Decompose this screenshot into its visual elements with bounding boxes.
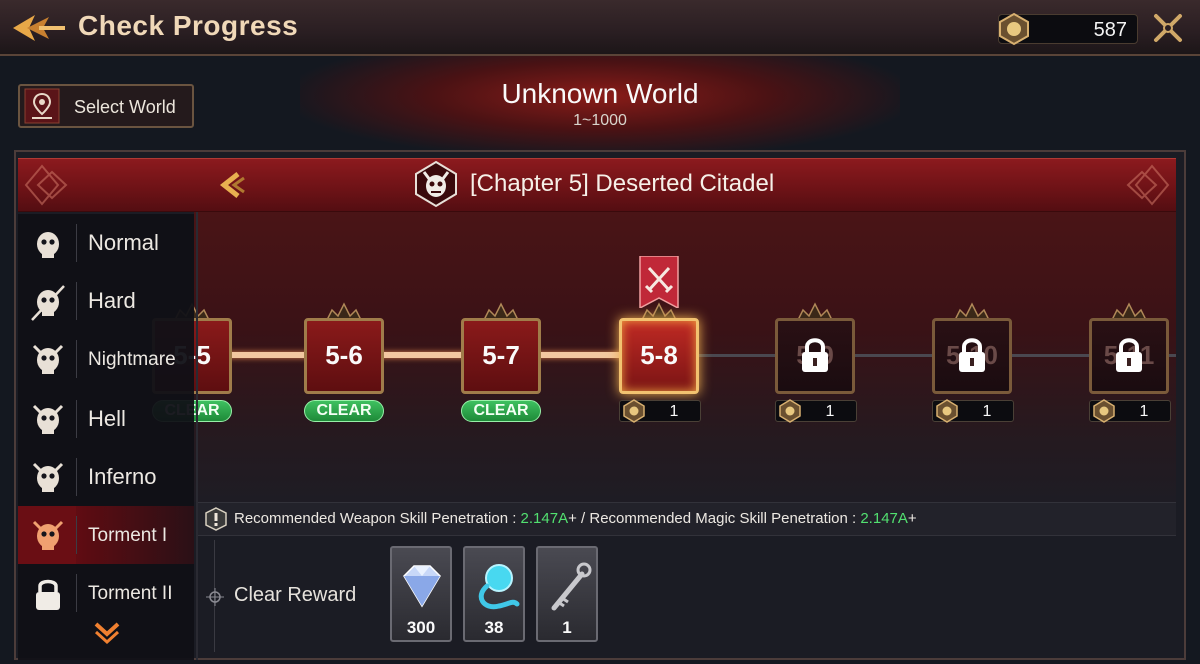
world-name: Unknown World — [501, 78, 699, 109]
stage-node[interactable]: 5-7 — [459, 296, 543, 406]
difficulty-separator — [76, 224, 77, 262]
reward-quantity: 300 — [406, 618, 436, 637]
chevron-down-icon[interactable] — [92, 620, 122, 644]
weapon-pen-suffix: + — [568, 510, 577, 527]
reward-item-diamond[interactable]: 300 — [390, 546, 452, 642]
stamina-cost-value: 1 — [669, 403, 679, 420]
magic-pen-value: 2.147A — [860, 510, 908, 527]
stamina-emblem-icon — [1093, 399, 1115, 423]
world-level-range: 1~1000 — [573, 112, 627, 129]
demon-skull-icon — [415, 160, 457, 208]
difficulty-separator — [76, 340, 77, 378]
diamond-icon — [403, 565, 441, 608]
difficulty-item-torment-i[interactable]: Torment I — [18, 506, 194, 564]
weapon-pen-value: 2.147A — [520, 510, 569, 527]
stage-node[interactable]: 5-9 — [773, 296, 857, 406]
node-marker-icon — [206, 588, 224, 606]
lock-icon — [802, 338, 828, 372]
skull-spear-icon — [31, 285, 65, 321]
stage-node[interactable]: 5-6 — [302, 296, 386, 406]
difficulty-separator — [76, 282, 77, 320]
lock-icon — [959, 338, 985, 372]
difficulty-separator — [76, 516, 77, 554]
stage-label: 5-8 — [640, 340, 678, 370]
difficulty-item-nightmare[interactable]: Nightmare — [18, 330, 194, 388]
recommendation-text: Recommended Weapon Skill Penetration : 2… — [234, 510, 917, 527]
stamina-emblem-icon — [999, 12, 1029, 46]
skull-icon — [37, 232, 59, 258]
crossed-swords-close-icon — [1154, 14, 1182, 42]
currency-value: 587 — [1093, 19, 1127, 41]
horned-skull-icon — [32, 344, 64, 374]
magic-pen-label: Recommended Magic Skill Penetration : — [589, 510, 861, 527]
previous-chapter-button[interactable] — [214, 168, 248, 202]
currency-counter: 587 — [998, 12, 1138, 46]
stamina-emblem-icon — [623, 399, 645, 423]
reward-item-key[interactable]: 1 — [536, 546, 598, 642]
separator: / — [576, 510, 590, 527]
sidebar-divider — [196, 212, 198, 660]
magic-pen-suffix: + — [907, 510, 917, 527]
difficulty-sidebar: Normal Hard Nightmare Hell Inferno Torment I T… — [18, 214, 194, 660]
clear-reward-label: Clear Reward — [234, 584, 357, 606]
ornament-left-icon — [24, 164, 68, 206]
stage-node[interactable]: 5-10 — [930, 296, 1014, 406]
difficulty-item-normal[interactable]: Normal — [18, 214, 194, 272]
stamina-cost-value: 1 — [825, 403, 835, 420]
difficulty-item-inferno[interactable]: Inferno — [18, 448, 194, 506]
stamina-emblem-icon — [936, 399, 958, 423]
progress-track-cleared — [198, 352, 638, 358]
difficulty-item-hell[interactable]: Hell — [18, 390, 194, 448]
key-icon — [551, 562, 592, 611]
stamina-cost-badge: 1 — [1089, 399, 1171, 423]
clear-badge: CLEAR — [461, 400, 541, 422]
stage-node[interactable]: 5-11 — [1087, 296, 1171, 406]
stage-node[interactable]: 5-8 — [617, 296, 701, 406]
stamina-emblem-icon — [779, 399, 801, 423]
difficulty-label: Nightmare — [88, 349, 176, 370]
stamina-cost-value: 1 — [982, 403, 992, 420]
weapon-pen-label: Recommended Weapon Skill Penetration : — [234, 510, 521, 527]
chevron-left-icon — [219, 172, 245, 198]
difficulty-label: Normal — [88, 230, 159, 255]
stamina-cost-badge: 1 — [932, 399, 1014, 423]
lock-icon — [36, 579, 60, 610]
close-button[interactable] — [1150, 10, 1186, 46]
reward-quantity: 1 — [562, 618, 572, 637]
difficulty-separator — [76, 400, 77, 438]
difficulty-label: Hard — [88, 288, 136, 313]
stamina-cost-badge: 1 — [619, 399, 701, 423]
difficulty-label: Torment I — [88, 525, 168, 546]
difficulty-separator — [76, 458, 77, 496]
torment-skull-icon — [32, 520, 64, 550]
back-button[interactable] — [8, 8, 68, 48]
demon-skull-icon — [32, 404, 64, 434]
chapter-title: [Chapter 5] Deserted Citadel — [470, 170, 775, 197]
current-stage-flag-icon — [639, 256, 679, 308]
difficulty-item-hard[interactable]: Hard — [18, 272, 194, 330]
ornament-right-icon — [1126, 164, 1170, 206]
spirit-orb-icon — [478, 564, 520, 610]
flaming-skull-icon — [32, 462, 64, 492]
reward-item-spirit-orb[interactable]: 38 — [463, 546, 525, 642]
stage-label: 5-6 — [325, 340, 363, 370]
lock-icon — [1116, 338, 1142, 372]
stamina-cost-value: 1 — [1139, 403, 1149, 420]
difficulty-label: Inferno — [88, 464, 157, 489]
back-arrow-icon — [13, 15, 65, 41]
stamina-cost-badge: 1 — [775, 399, 857, 423]
difficulty-separator — [76, 574, 77, 612]
page-title: Check Progress — [78, 10, 299, 41]
clear-badge: CLEAR — [304, 400, 384, 422]
reward-quantity: 38 — [484, 618, 504, 637]
stage-label: 5-7 — [482, 340, 520, 370]
difficulty-label: Torment II — [88, 583, 173, 604]
difficulty-label: Hell — [88, 406, 126, 431]
warning-icon — [205, 507, 227, 531]
difficulty-item-torment-ii[interactable]: Torment II — [18, 564, 194, 622]
